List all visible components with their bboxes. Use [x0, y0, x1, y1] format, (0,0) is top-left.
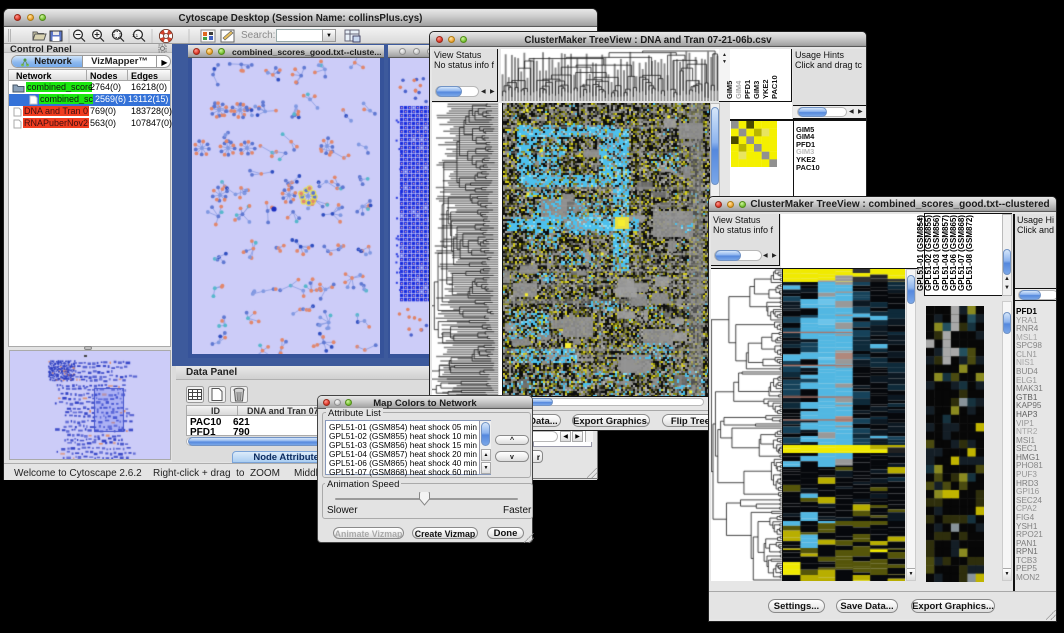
- svg-text:1:1: 1:1: [132, 33, 139, 38]
